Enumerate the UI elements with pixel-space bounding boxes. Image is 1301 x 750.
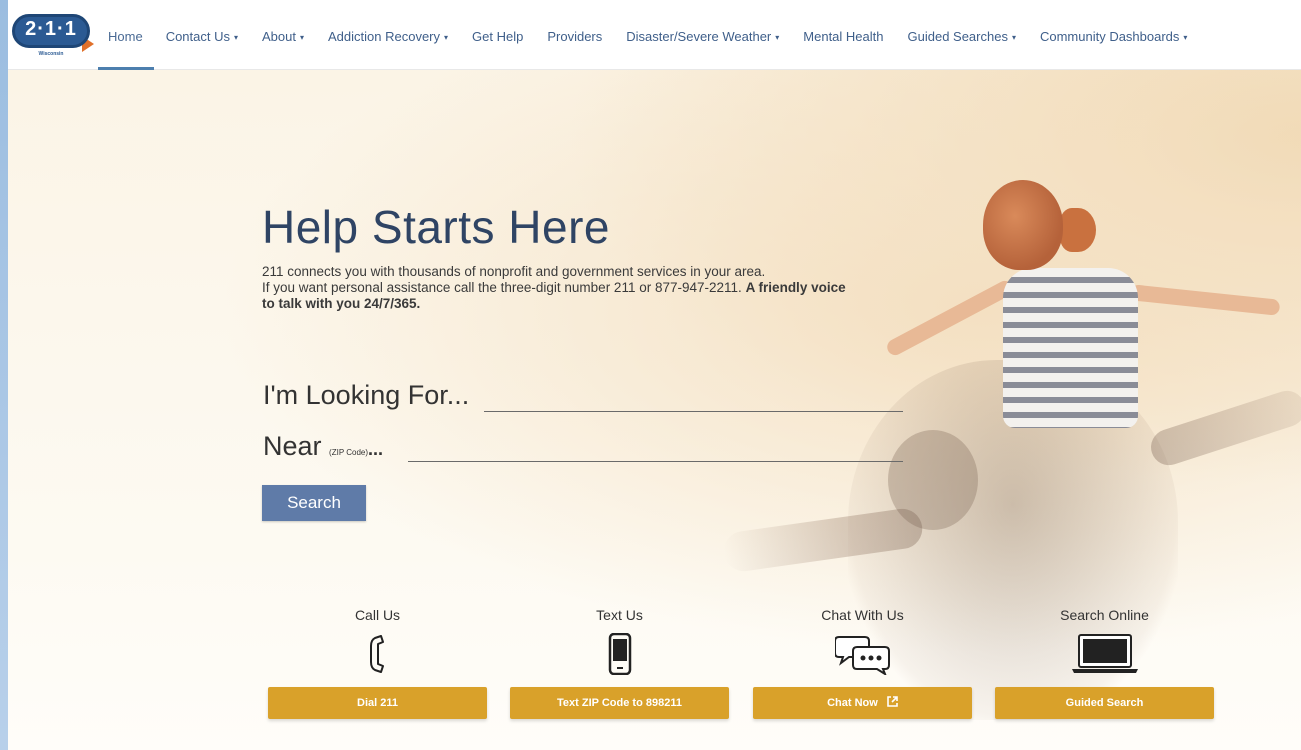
- nav-item-label: Providers: [547, 29, 603, 44]
- nav-item-mental-health[interactable]: Mental Health: [791, 0, 895, 70]
- zip-code-input[interactable]: [408, 436, 903, 462]
- near-dots: ...: [368, 439, 384, 459]
- nav-item-label: Community Dashboards: [1039, 29, 1180, 44]
- nav-item-contact-us[interactable]: Contact Us ▾: [154, 0, 250, 70]
- nav-item-community-dashboards[interactable]: Community Dashboards ▾: [1028, 0, 1199, 70]
- logo-211[interactable]: 2·1·1 Wisconsin: [12, 14, 96, 58]
- nav-item-label: Get Help: [472, 29, 524, 44]
- hero-content: Help Starts Here 211 connects you with t…: [8, 0, 1301, 750]
- chat-now-label: Chat Now: [827, 697, 878, 709]
- chat-bubbles-icon: [753, 629, 972, 679]
- hero-title: Help Starts Here: [262, 201, 611, 253]
- nav-item-about[interactable]: About ▾: [250, 0, 316, 70]
- nav-item-guided-searches[interactable]: Guided Searches ▾: [896, 0, 1028, 70]
- contact-title: Chat With Us: [821, 607, 904, 623]
- contact-call-us: Call Us Dial 211: [268, 605, 487, 719]
- looking-for-input[interactable]: [484, 386, 903, 412]
- contact-chat-with-us: Chat With Us Chat Now: [753, 605, 972, 719]
- looking-for-label: I'm Looking For...: [263, 380, 470, 410]
- caret-down-icon: ▾: [1011, 32, 1016, 42]
- nav-item-label: Mental Health: [803, 29, 884, 44]
- nav-item-label: Disaster/Severe Weather: [626, 29, 772, 44]
- hero-description-line1: 211 connects you with thousands of nonpr…: [262, 264, 766, 279]
- caret-down-icon: ▾: [300, 32, 305, 42]
- chat-now-button[interactable]: Chat Now: [753, 687, 972, 719]
- nav-item-label: Addiction Recovery: [328, 29, 441, 44]
- hero-description-line2: If you want personal assistance call the…: [262, 280, 742, 295]
- text-zip-button[interactable]: Text ZIP Code to 898211: [510, 687, 729, 719]
- contact-search-online: Search Online Guided Search: [995, 605, 1214, 719]
- caret-down-icon: ▾: [444, 32, 449, 42]
- contact-title: Text Us: [596, 607, 643, 623]
- nav-item-label: Home: [108, 29, 143, 44]
- contact-title: Search Online: [1060, 607, 1149, 623]
- contact-text-us: Text Us Text ZIP Code to 898211: [510, 605, 729, 719]
- near-label: Near (ZIP Code)...: [263, 431, 383, 462]
- page: 2·1·1 Wisconsin Home Contact Us ▾ About ▾ …: [8, 0, 1301, 750]
- nav-items: Home Contact Us ▾ About ▾ Addiction Recove…: [98, 0, 1199, 70]
- caret-down-icon: ▾: [234, 32, 239, 42]
- contact-title: Call Us: [354, 607, 401, 623]
- hero-description: 211 connects you with thousands of nonpr…: [262, 264, 862, 312]
- browser-frame-left: [0, 0, 8, 750]
- nav-item-label: Guided Searches: [907, 29, 1008, 44]
- dial-211-button[interactable]: Dial 211: [268, 687, 487, 719]
- nav-item-home[interactable]: Home: [98, 0, 154, 70]
- nav-item-get-help[interactable]: Get Help: [460, 0, 535, 70]
- nav-item-providers[interactable]: Providers: [535, 0, 614, 70]
- main-navbar: 2·1·1 Wisconsin Home Contact Us ▾ About ▾ …: [8, 0, 1301, 70]
- guided-search-button[interactable]: Guided Search: [995, 687, 1214, 719]
- logo-subtext: Wisconsin: [38, 51, 64, 57]
- nav-item-disaster-severe-weather[interactable]: Disaster/Severe Weather ▾: [614, 0, 791, 70]
- nav-item-label: About: [262, 29, 296, 44]
- search-button[interactable]: Search: [262, 485, 366, 521]
- nav-item-addiction-recovery[interactable]: Addiction Recovery ▾: [316, 0, 460, 70]
- laptop-icon: [995, 629, 1214, 679]
- external-link-icon: [887, 688, 898, 720]
- near-label-text: Near: [263, 431, 322, 461]
- phone-icon: [268, 629, 487, 679]
- near-zip-hint: (ZIP Code): [329, 448, 369, 457]
- logo-text: 2·1·1: [25, 18, 77, 40]
- caret-down-icon: ▾: [1183, 32, 1188, 42]
- caret-down-icon: ▾: [775, 32, 780, 42]
- mobile-phone-icon: [510, 629, 729, 679]
- nav-item-label: Contact Us: [165, 29, 230, 44]
